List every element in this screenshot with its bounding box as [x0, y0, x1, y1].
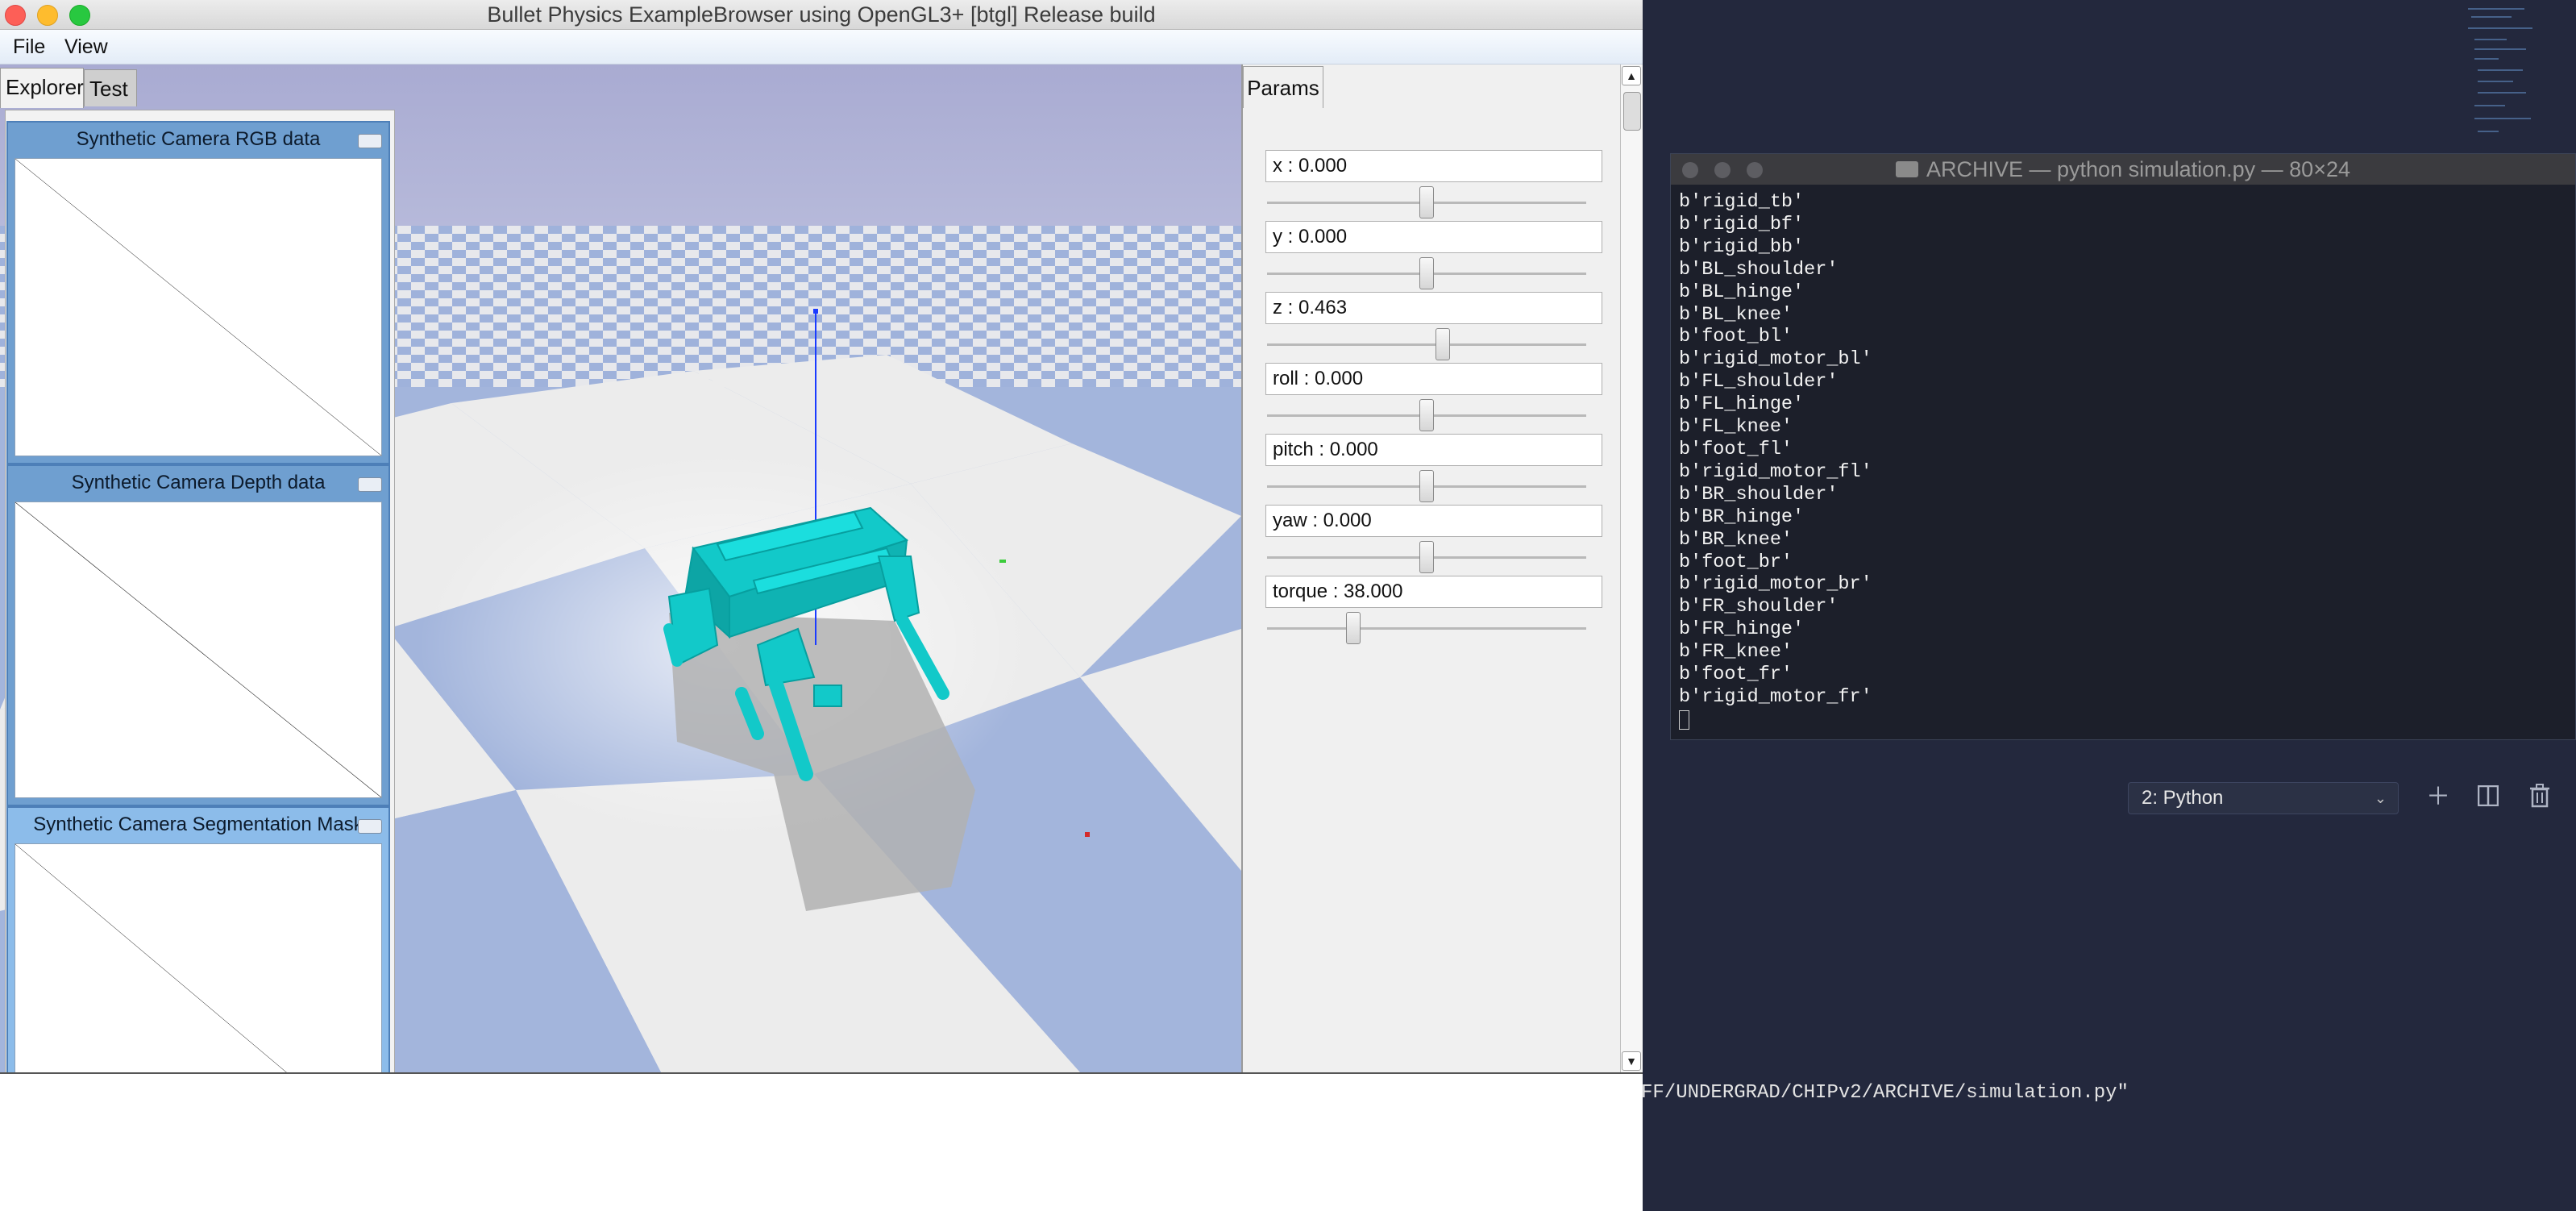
trash-icon[interactable]: [2529, 784, 2550, 814]
terminal-line: b'BR_knee': [1679, 528, 1793, 551]
terminal-line: b'FL_knee': [1679, 416, 1793, 439]
terminal-line: b'rigid_motor_fr': [1679, 685, 1872, 708]
folder-icon: [1896, 160, 1918, 177]
terminal-line: b'rigid_motor_br': [1679, 573, 1872, 596]
terminal-line: b'FL_shoulder': [1679, 371, 1839, 393]
params-scrollbar[interactable]: ▲ ▼: [1620, 65, 1643, 1072]
chevron-down-icon: ⌄: [2374, 790, 2387, 806]
minimize-button[interactable]: [358, 819, 382, 834]
param-torque-slider-thumb[interactable]: [1345, 612, 1361, 644]
param-y-field[interactable]: y : 0.000: [1265, 221, 1602, 253]
terminal-line: b'rigid_motor_bl': [1679, 348, 1872, 371]
camera-depth-canvas: [15, 501, 382, 798]
minimize-button[interactable]: [358, 134, 382, 148]
terminal-line: b'foot_fl': [1679, 438, 1793, 460]
terminal-line: b'rigid_bf': [1679, 213, 1805, 235]
terminal-line: b'FR_shoulder': [1679, 596, 1839, 618]
param-roll-slider-thumb[interactable]: [1419, 399, 1434, 431]
editor-minimap[interactable]: [2466, 0, 2555, 153]
camera-depth-title: Synthetic Camera Depth data: [71, 472, 326, 493]
terminal-line: b'FR_hinge': [1679, 618, 1805, 641]
window-title: Bullet Physics ExampleBrowser using Open…: [487, 2, 1156, 27]
terminal-line: b'foot_bl': [1679, 326, 1793, 348]
terminal-titlebar: ARCHIVE — python simulation.py — 80×24: [1671, 154, 2575, 185]
split-icon[interactable]: [2477, 784, 2499, 813]
terminal-selector-label: 2: Python: [2142, 787, 2224, 809]
param-torque-field[interactable]: torque : 38.000: [1265, 576, 1602, 608]
scroll-down-icon[interactable]: ▼: [1622, 1051, 1641, 1071]
tab-test[interactable]: Test: [84, 69, 137, 106]
menu-view[interactable]: View: [64, 30, 108, 64]
menu-bar: File View: [0, 30, 1643, 65]
bottom-panel: [0, 1072, 1643, 1211]
scroll-up-icon[interactable]: ▲: [1622, 66, 1641, 85]
param-torque-slider-track[interactable]: [1267, 627, 1586, 630]
terminal-line: b'BL_knee': [1679, 303, 1793, 326]
terminal-line: b'foot_br': [1679, 551, 1793, 573]
tab-params[interactable]: Params: [1243, 66, 1323, 108]
terminal-path-text: FF/UNDERGRAD/CHIPv2/ARCHIVE/simulation.p…: [1641, 1082, 2129, 1104]
window-titlebar: Bullet Physics ExampleBrowser using Open…: [0, 0, 1643, 30]
bullet-window: Bullet Physics ExampleBrowser using Open…: [0, 0, 1643, 1211]
param-pitch-field[interactable]: pitch : 0.000: [1265, 434, 1602, 466]
terminal-window[interactable]: ARCHIVE — python simulation.py — 80×24 b…: [1670, 153, 2576, 740]
param-yaw-field[interactable]: yaw : 0.000: [1265, 505, 1602, 537]
terminal-line: b'BL_shoulder': [1679, 258, 1839, 281]
minimize-button[interactable]: [358, 477, 382, 492]
param-z-field[interactable]: z : 0.463: [1265, 292, 1602, 324]
terminal-line: b'rigid_bb': [1679, 235, 1805, 258]
terminal-output: b'rigid_tb' b'rigid_bf' b'rigid_bb' b'BL_sh…: [1679, 191, 1872, 709]
terminal-line: b'FL_hinge': [1679, 393, 1805, 416]
terminal-line: b'foot_fr': [1679, 664, 1793, 686]
param-y-slider-thumb[interactable]: [1419, 257, 1434, 289]
terminal-selector[interactable]: 2: Python ⌄: [2128, 782, 2399, 814]
param-pitch-slider-thumb[interactable]: [1419, 470, 1434, 502]
camera-rgb-title: Synthetic Camera RGB data: [76, 128, 321, 150]
terminal-line: b'FR_knee': [1679, 641, 1793, 664]
terminal-line: b'BR_hinge': [1679, 506, 1805, 528]
terminal-line: b'rigid_motor_fl': [1679, 460, 1872, 483]
terminal-line: b'BL_hinge': [1679, 281, 1805, 303]
camera-segmentation-title: Synthetic Camera Segmentation Mask: [33, 814, 364, 835]
param-roll-field[interactable]: roll : 0.000: [1265, 363, 1602, 395]
param-yaw-slider-thumb[interactable]: [1419, 541, 1434, 573]
plus-icon[interactable]: ＋: [2426, 784, 2450, 811]
camera-rgb-window[interactable]: Synthetic Camera RGB data: [6, 121, 390, 464]
param-z-slider-track[interactable]: [1267, 343, 1586, 346]
menu-file[interactable]: File: [13, 30, 45, 64]
terminal-title-text: ARCHIVE — python simulation.py — 80×24: [1926, 157, 2350, 181]
param-z-slider-thumb[interactable]: [1435, 328, 1450, 360]
param-x-field[interactable]: x : 0.000: [1265, 150, 1602, 182]
param-x-slider-thumb[interactable]: [1419, 186, 1434, 218]
tab-explorer[interactable]: Explorer: [0, 68, 84, 108]
scroll-thumb[interactable]: [1623, 92, 1641, 131]
camera-depth-window[interactable]: Synthetic Camera Depth data: [6, 464, 390, 806]
terminal-line: b'BR_shoulder': [1679, 483, 1839, 506]
terminal-cursor: [1679, 710, 1689, 730]
terminal-title: ARCHIVE — python simulation.py — 80×24: [1671, 154, 2575, 185]
camera-rgb-canvas: [15, 158, 382, 456]
terminal-line: b'rigid_tb': [1679, 191, 1805, 213]
